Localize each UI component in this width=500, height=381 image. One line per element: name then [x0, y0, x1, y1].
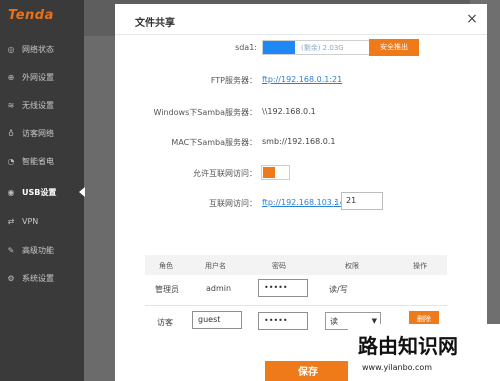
sidebar-item-system[interactable]: ⚙ 系统设置 [0, 264, 84, 292]
sidebar-item-label: 网络状态 [22, 44, 54, 54]
username-admin: admin [206, 284, 232, 293]
sidebar-item-label: VPN [22, 216, 39, 226]
settings-icon: ⚙ [7, 273, 15, 283]
username-field-guest[interactable]: guest [192, 311, 242, 329]
disk-label: sda1: [235, 43, 257, 52]
advanced-icon: ✎ [7, 245, 15, 255]
tenda-logo: Tenda [8, 8, 54, 23]
allow-internet-label: 允许互联网访问： [193, 169, 257, 178]
column-permission: 权限 [345, 262, 359, 270]
password-field-admin[interactable]: ••••• [258, 279, 308, 297]
close-icon[interactable]: × [465, 12, 479, 26]
sidebar-item-network-status[interactable]: ◎ 网络状态 [0, 35, 84, 63]
sidebar-item-wan[interactable]: ⊕ 外网设置 [0, 63, 84, 91]
sidebar: Tenda ◎ 网络状态 ⊕ 外网设置 ≋ 无线设置 ♁ 访客网络 ◔ 智能省电… [0, 0, 85, 381]
usb-icon: ◉ [7, 187, 15, 197]
sidebar-item-label: USB设置 [22, 187, 57, 197]
disk-usage-bar: (剩余) 2.03G [262, 40, 378, 55]
column-action: 操作 [413, 262, 427, 270]
port-separator: : [334, 198, 337, 207]
sidebar-item-guest[interactable]: ♁ 访客网络 [0, 119, 84, 147]
sidebar-item-label: 系统设置 [22, 273, 54, 283]
sidebar-item-label: 外网设置 [22, 72, 54, 82]
watermark-url: www.yilanbo.com [362, 363, 433, 372]
watermark-title: 路由知识网 [358, 334, 458, 358]
samba-value: \\192.168.0.1 [262, 107, 316, 116]
guest-icon: ♁ [8, 128, 14, 138]
sidebar-item-usb[interactable]: ◉ USB设置 [0, 178, 85, 206]
internet-access-label: 互联网访问： [209, 199, 257, 208]
save-button[interactable]: 保存 [265, 361, 351, 381]
sidebar-item-wireless[interactable]: ≋ 无线设置 [0, 91, 84, 119]
port-input[interactable]: 21 [341, 192, 383, 210]
watermark: 路由知识网 www.yilanbo.com [348, 324, 500, 381]
sidebar-item-label: 无线设置 [22, 100, 54, 110]
role-guest: 访客 [157, 318, 173, 327]
disk-usage-fill [263, 41, 295, 54]
mac-samba-value: smb://192.168.0.1 [262, 137, 336, 146]
ftp-label: FTP服务器： [210, 76, 257, 85]
divider [115, 34, 487, 35]
samba-label: Windows下Samba服务器： [153, 108, 257, 117]
globe-icon: ⊕ [7, 72, 15, 82]
sidebar-item-vpn[interactable]: ⇄ VPN [0, 207, 84, 235]
disk-usage-text: (剩余) 2.03G [301, 44, 344, 52]
permission-selected-value: 读 [330, 317, 338, 326]
password-field-guest[interactable]: ••••• [258, 312, 308, 330]
column-role: 角色 [159, 262, 173, 270]
wifi-icon: ≋ [7, 100, 15, 110]
power-save-icon: ◔ [7, 156, 15, 166]
dialog-title: 文件共享 [135, 18, 175, 29]
sidebar-item-advanced[interactable]: ✎ 高级功能 [0, 236, 84, 264]
toggle-knob [263, 167, 275, 178]
column-password: 密码 [272, 262, 286, 270]
sidebar-item-label: 高级功能 [22, 245, 54, 255]
status-icon: ◎ [7, 44, 15, 54]
sidebar-item-label: 智能省电 [22, 156, 54, 166]
sidebar-item-label: 访客网络 [22, 128, 54, 138]
safe-eject-button[interactable]: 安全推出 [369, 39, 419, 56]
column-username: 用户名 [205, 262, 226, 270]
permission-admin: 读/写 [329, 285, 348, 294]
ftp-link[interactable]: ftp://192.168.0.1:21 [262, 75, 342, 84]
mac-samba-label: MAC下Samba服务器： [171, 138, 257, 147]
vpn-icon: ⇄ [7, 216, 15, 226]
accounts-table-header: 角色 用户名 密码 权限 操作 [145, 255, 447, 275]
allow-internet-toggle[interactable] [261, 165, 290, 180]
sidebar-item-power-save[interactable]: ◔ 智能省电 [0, 147, 84, 175]
table-row-divider [145, 305, 447, 306]
role-admin: 管理员 [155, 285, 179, 294]
